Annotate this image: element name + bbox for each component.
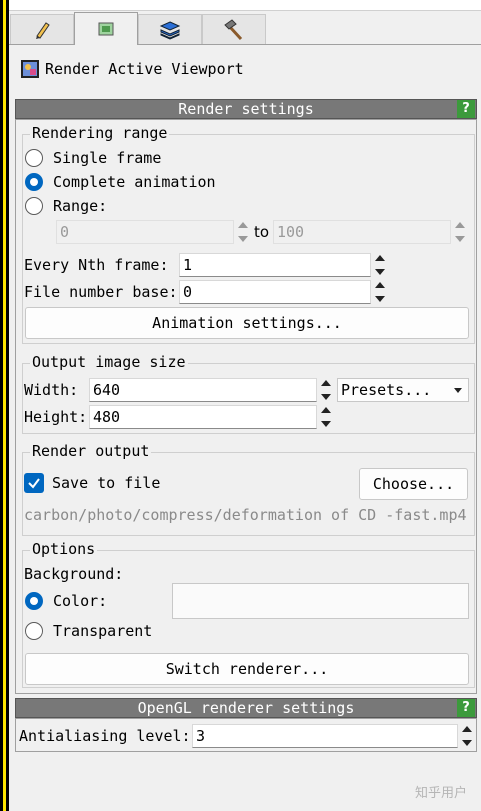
every-nth-frame-spinner[interactable] — [374, 253, 386, 277]
tab-render[interactable] — [74, 12, 138, 45]
options-legend: Options — [30, 540, 98, 558]
render-viewport-icon — [21, 60, 39, 78]
background-label: Background: — [24, 565, 124, 583]
chevron-down-icon — [454, 388, 462, 393]
animation-settings-button[interactable]: Animation settings... — [25, 307, 469, 339]
rendering-range-legend: Rendering range — [30, 124, 170, 142]
range-to-label: to — [254, 223, 270, 241]
antialiasing-level-input[interactable]: 3 — [192, 724, 458, 748]
pencil-icon — [36, 21, 50, 39]
transparent-radio[interactable] — [25, 622, 43, 640]
render-active-viewport-label: Render Active Viewport — [45, 60, 244, 78]
watermark-text: 知乎用户 — [414, 786, 467, 801]
render-active-viewport-action[interactable]: Render Active Viewport — [20, 57, 244, 81]
single-frame-label: Single frame — [53, 149, 162, 167]
single-frame-radio[interactable] — [25, 149, 43, 167]
left-edge-bar — [0, 0, 9, 811]
opengl-settings-header[interactable]: OpenGL renderer settings ? — [15, 698, 477, 718]
width-spinner[interactable] — [320, 378, 332, 402]
height-input[interactable]: 480 — [89, 405, 317, 429]
complete-animation-radio[interactable] — [25, 173, 43, 191]
left-edge-stripe — [3, 0, 6, 811]
height-label: Height: — [24, 408, 88, 426]
file-number-base-input[interactable]: 0 — [179, 280, 371, 304]
output-image-size-legend: Output image size — [30, 353, 188, 371]
command-panel-tabs — [9, 10, 481, 45]
choose-button[interactable]: Choose... — [359, 468, 468, 500]
tab-utilities[interactable] — [202, 14, 266, 44]
output-path-text: carbon/photo/compress/deformation of CD … — [24, 506, 467, 524]
file-number-base-label: File number base: — [24, 283, 178, 301]
render-frame-icon — [98, 22, 114, 36]
hammer-icon — [224, 18, 243, 40]
range-label: Range: — [53, 197, 108, 215]
range-start-input[interactable]: 0 — [56, 220, 234, 244]
presets-label: Presets... — [341, 381, 432, 399]
range-end-spinner[interactable] — [454, 220, 466, 244]
save-to-file-checkbox[interactable] — [24, 473, 44, 493]
help-icon[interactable]: ? — [457, 100, 475, 118]
tab-modify[interactable] — [10, 14, 74, 44]
every-nth-frame-input[interactable]: 1 — [179, 253, 371, 277]
presets-dropdown[interactable]: Presets... — [337, 378, 469, 402]
height-spinner[interactable] — [320, 405, 332, 429]
help-icon[interactable]: ? — [457, 699, 475, 717]
save-to-file-label: Save to file — [52, 474, 161, 492]
width-input[interactable]: 640 — [89, 378, 317, 402]
background-color-radio[interactable] — [25, 592, 43, 610]
background-color-swatch[interactable] — [172, 583, 469, 619]
range-end-input[interactable]: 100 — [273, 220, 451, 244]
opengl-settings-title: OpenGL renderer settings — [137, 699, 355, 717]
checkmark-icon — [28, 478, 40, 489]
complete-animation-label: Complete animation — [53, 173, 216, 191]
antialiasing-level-label: Antialiasing level: — [19, 727, 191, 745]
render-output-legend: Render output — [30, 442, 152, 460]
width-label: Width: — [24, 381, 79, 399]
range-radio[interactable] — [25, 197, 43, 215]
range-start-spinner[interactable] — [237, 220, 249, 244]
switch-renderer-button[interactable]: Switch renderer... — [25, 653, 469, 685]
tab-overlays[interactable] — [138, 14, 202, 44]
antialiasing-level-spinner[interactable] — [461, 724, 473, 748]
render-settings-header[interactable]: Render settings ? — [15, 99, 477, 119]
layers-icon — [159, 20, 181, 40]
every-nth-frame-label: Every Nth frame: — [24, 256, 169, 274]
transparent-label: Transparent — [53, 622, 153, 640]
render-settings-title: Render settings — [178, 100, 314, 118]
background-color-label: Color: — [53, 592, 108, 610]
file-number-base-spinner[interactable] — [374, 280, 386, 304]
